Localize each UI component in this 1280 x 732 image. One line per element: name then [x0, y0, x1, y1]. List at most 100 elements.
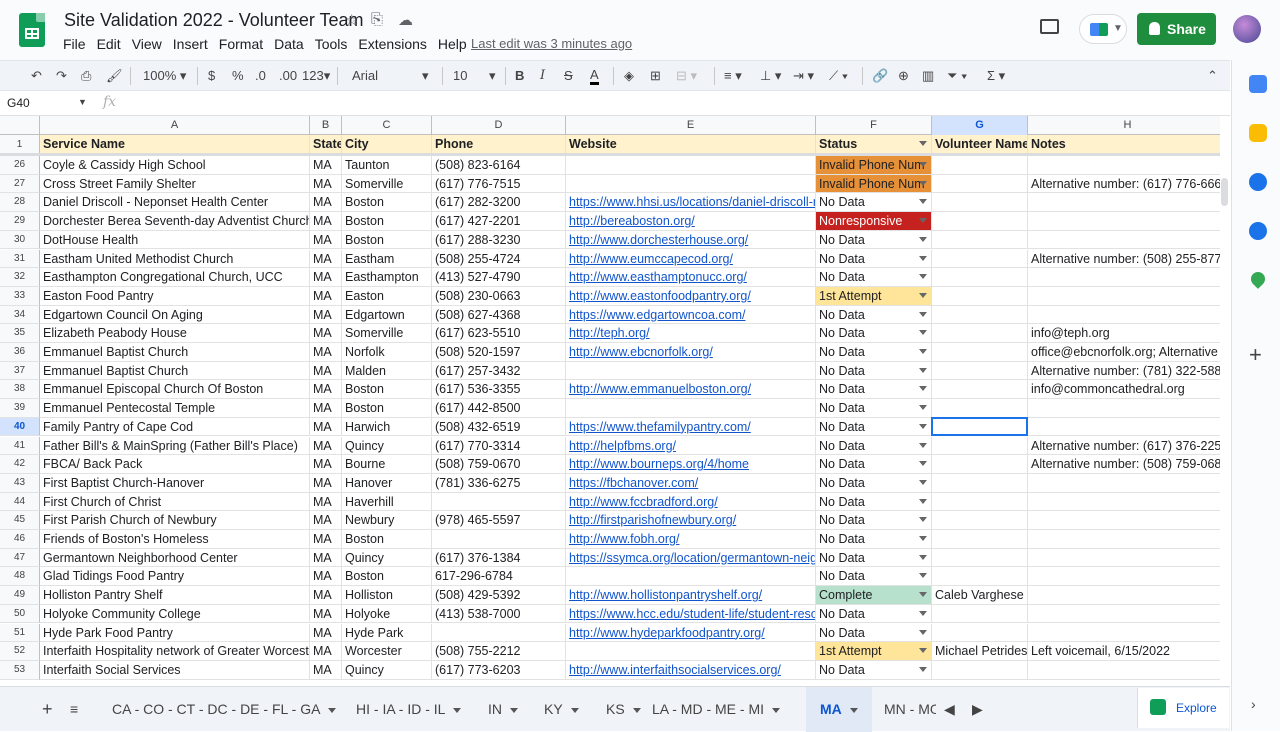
menu-insert[interactable]: Insert	[173, 36, 208, 52]
sheet-tab[interactable]: MA	[806, 687, 872, 732]
phone-cell[interactable]: (617) 376-1384	[432, 548, 566, 568]
service-name-cell[interactable]: Coyle & Cassidy High School	[40, 156, 310, 175]
volunteer-name-cell[interactable]	[932, 268, 1028, 287]
contacts-icon[interactable]	[1249, 222, 1267, 240]
city-cell[interactable]: Malden	[342, 361, 432, 381]
city-cell[interactable]: Boston	[342, 212, 432, 231]
notes-cell[interactable]: Alternative number: (617) 776-6661	[1028, 175, 1220, 194]
state-cell[interactable]: MA	[310, 492, 342, 512]
notes-cell[interactable]	[1028, 306, 1220, 325]
state-cell[interactable]: MA	[310, 567, 342, 587]
volunteer-name-cell[interactable]: Michael Petrides	[932, 642, 1028, 661]
phone-cell[interactable]: (508) 255-4724	[432, 249, 566, 269]
service-name-cell[interactable]: Emmanuel Episcopal Church Of Boston	[40, 380, 310, 400]
state-cell[interactable]: MA	[310, 343, 342, 362]
volunteer-name-cell[interactable]	[932, 193, 1028, 213]
dropdown-chevron-icon[interactable]	[919, 349, 927, 354]
status-cell[interactable]: No Data	[816, 343, 932, 362]
state-cell[interactable]: MA	[310, 642, 342, 661]
move-to-drive-icon[interactable]: ⎘	[371, 11, 383, 28]
website-cell[interactable]	[566, 399, 816, 418]
phone-cell[interactable]: (617) 773-6203	[432, 660, 566, 680]
meet-button[interactable]: ▼	[1079, 14, 1127, 44]
sheet-tab[interactable]: KY	[530, 687, 593, 732]
chevron-down-icon[interactable]	[570, 707, 579, 713]
chevron-down-icon[interactable]	[772, 707, 780, 713]
status-cell[interactable]: Nonresponsive	[816, 212, 932, 231]
volunteer-name-cell[interactable]	[932, 305, 1028, 325]
status-cell[interactable]: No Data	[816, 660, 932, 680]
volunteer-name-cell[interactable]	[932, 660, 1028, 680]
state-cell[interactable]: MA	[310, 660, 342, 680]
header-cell-status[interactable]: Status	[816, 135, 932, 154]
city-cell[interactable]: Easthampton	[342, 268, 432, 287]
city-cell[interactable]: Hanover	[342, 473, 432, 493]
calendar-icon[interactable]	[1249, 75, 1267, 93]
service-name-cell[interactable]: Interfaith Hospitality network of Greate…	[40, 642, 310, 661]
state-cell[interactable]: MA	[310, 548, 342, 568]
document-title[interactable]: Site Validation 2022 - Volunteer Team	[64, 10, 364, 31]
service-name-cell[interactable]: Germantown Neighborhood Center	[40, 548, 310, 568]
volunteer-name-cell[interactable]	[932, 324, 1028, 343]
status-cell[interactable]: No Data	[816, 492, 932, 512]
row-header[interactable]: 52	[0, 642, 40, 661]
phone-cell[interactable]: (508) 627-4368	[432, 305, 566, 325]
menu-extensions[interactable]: Extensions	[358, 36, 426, 52]
menu-view[interactable]: View	[132, 36, 162, 52]
status-cell[interactable]: No Data	[816, 305, 932, 325]
volunteer-name-cell[interactable]	[932, 156, 1028, 175]
city-cell[interactable]: Worcester	[342, 642, 432, 661]
vertical-scrollbar[interactable]	[1221, 178, 1228, 206]
maps-icon[interactable]	[1248, 269, 1268, 289]
service-name-cell[interactable]: DotHouse Health	[40, 230, 310, 250]
volunteer-name-cell[interactable]	[932, 530, 1028, 549]
service-name-cell[interactable]: Emmanuel Baptist Church	[40, 343, 310, 362]
volunteer-name-cell[interactable]	[932, 473, 1028, 493]
service-name-cell[interactable]: Cross Street Family Shelter	[40, 174, 310, 194]
city-cell[interactable]: Norfolk	[342, 343, 432, 362]
city-cell[interactable]: Easton	[342, 286, 432, 306]
menu-format[interactable]: Format	[219, 36, 263, 52]
website-cell[interactable]: https://fbchanover.com/	[566, 473, 816, 493]
status-cell[interactable]: No Data	[816, 511, 932, 530]
city-cell[interactable]: Holyoke	[342, 604, 432, 624]
font-select[interactable]: Arial ▾	[352, 68, 432, 83]
phone-cell[interactable]: (617) 282-3200	[432, 193, 566, 213]
row-header[interactable]: 45	[0, 511, 40, 530]
status-cell[interactable]: Invalid Phone Num	[816, 156, 932, 175]
phone-cell[interactable]: (508) 759-0670	[432, 455, 566, 474]
column-header-h[interactable]: H	[1028, 116, 1220, 135]
status-cell[interactable]: No Data	[816, 249, 932, 269]
scroll-tabs-left-icon[interactable]: ◀	[936, 687, 963, 732]
phone-cell[interactable]: (508) 823-6164	[432, 156, 566, 175]
state-cell[interactable]: MA	[310, 249, 342, 269]
service-name-cell[interactable]: Easton Food Pantry	[40, 286, 310, 306]
phone-cell[interactable]	[432, 623, 566, 643]
dropdown-chevron-icon[interactable]	[919, 610, 927, 616]
notes-cell[interactable]	[1028, 605, 1220, 624]
dropdown-chevron-icon[interactable]	[919, 517, 927, 523]
volunteer-name-cell[interactable]: Caleb Varghese	[932, 586, 1028, 605]
all-sheets-button[interactable]: ≡	[62, 687, 86, 732]
service-name-cell[interactable]: Emmanuel Baptist Church	[40, 361, 310, 381]
dropdown-chevron-icon[interactable]	[919, 423, 927, 429]
row-header[interactable]: 27	[0, 174, 40, 194]
volunteer-name-cell[interactable]	[932, 399, 1028, 418]
state-cell[interactable]: MA	[310, 511, 342, 530]
menu-data[interactable]: Data	[274, 36, 304, 52]
redo-icon[interactable]: ↷	[56, 68, 67, 84]
city-cell[interactable]: Boston	[342, 380, 432, 400]
service-name-cell[interactable]: First Church of Christ	[40, 492, 310, 512]
volunteer-name-cell[interactable]	[932, 212, 1028, 231]
phone-cell[interactable]: (617) 288-3230	[432, 230, 566, 250]
service-name-cell[interactable]: Elizabeth Peabody House	[40, 324, 310, 343]
header-cell-phone[interactable]: Phone	[432, 135, 566, 154]
cloud-saved-icon[interactable]: ☁	[398, 11, 413, 29]
formula-input[interactable]	[130, 95, 1220, 113]
volunteer-name-cell[interactable]	[932, 361, 1028, 381]
phone-cell[interactable]: (617) 536-3355	[432, 380, 566, 400]
city-cell[interactable]: Somerville	[342, 174, 432, 194]
notes-cell[interactable]	[1028, 511, 1220, 530]
service-name-cell[interactable]: Emmanuel Pentecostal Temple	[40, 399, 310, 418]
state-cell[interactable]: MA	[310, 604, 342, 624]
